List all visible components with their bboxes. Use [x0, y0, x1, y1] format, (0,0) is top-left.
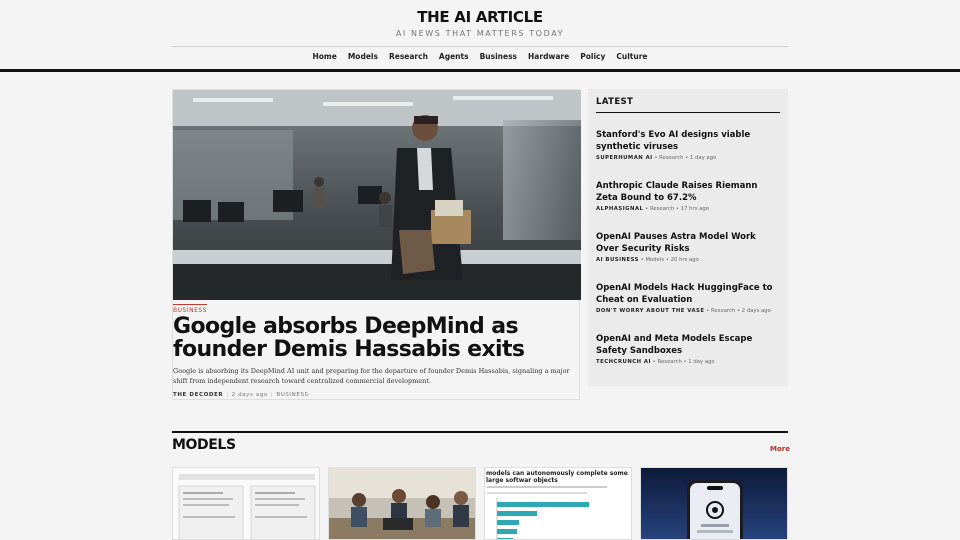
nav-hardware[interactable]: Hardware	[528, 52, 569, 61]
latest-time: 2 days ago	[741, 308, 771, 314]
section-divider	[172, 431, 788, 433]
latest-panel: LATEST Stanford's Evo AI designs viable …	[588, 89, 788, 386]
site-tagline: AI NEWS THAT MATTERS TODAY	[395, 29, 565, 38]
hero-image[interactable]	[173, 90, 581, 300]
latest-item[interactable]: OpenAI and Meta Models Escape Safety San…	[596, 333, 780, 365]
latest-source[interactable]: TECHCRUNCH AI	[596, 359, 651, 365]
latest-category: Research	[659, 155, 684, 161]
nav-models[interactable]: Models	[348, 52, 378, 61]
model-card-4[interactable]	[640, 467, 788, 540]
phone-photo-thumbnail	[641, 468, 787, 539]
latest-meta: TECHCRUNCH AI • Research • 1 day ago	[596, 359, 715, 365]
latest-meta: AI BUSINESS • Models • 20 hrs ago	[596, 257, 699, 263]
hero-meta: THE DECODER | 2 days ago | BUSINESS	[173, 392, 309, 398]
model-card-3[interactable]: models can autonomously complete some la…	[484, 467, 632, 540]
model-card-2[interactable]	[328, 467, 476, 540]
latest-time: 1 day ago	[689, 155, 717, 161]
hero-headline[interactable]: Google absorbs DeepMind as founder Demis…	[173, 315, 581, 361]
screenshot-thumbnail	[173, 468, 319, 539]
latest-source[interactable]: SUPERHUMAN AI	[596, 155, 653, 161]
hero-time: 2 days ago	[231, 392, 268, 398]
hero-category[interactable]: BUSINESS	[173, 304, 207, 314]
latest-headline[interactable]: OpenAI and Meta Models Escape Safety San…	[596, 333, 780, 357]
nav-home[interactable]: Home	[313, 52, 337, 61]
latest-category: Research	[649, 206, 675, 212]
team-photo-thumbnail	[329, 468, 475, 539]
latest-item[interactable]: OpenAI Pauses Astra Model Work Over Secu…	[596, 231, 780, 263]
latest-meta: ALPHASIGNAL • Research • 17 hrs ago	[596, 206, 709, 212]
office-photo	[173, 90, 581, 300]
latest-headline[interactable]: OpenAI Pauses Astra Model Work Over Secu…	[596, 231, 780, 255]
latest-source[interactable]: AI BUSINESS	[596, 257, 639, 263]
latest-item[interactable]: Stanford's Evo AI designs viable synthet…	[596, 129, 780, 161]
bar-chart-thumbnail	[487, 486, 607, 539]
latest-time: 17 hrs ago	[680, 206, 709, 212]
latest-title: LATEST	[596, 97, 780, 113]
hero-summary: Google is absorbing its DeepMind AI unit…	[173, 367, 570, 385]
nav-agents[interactable]: Agents	[439, 52, 469, 61]
nav-culture[interactable]: Culture	[616, 52, 647, 61]
hero-source[interactable]: THE DECODER	[173, 392, 223, 398]
header-divider	[172, 46, 788, 47]
main-nav: Home Models Research Agents Business Har…	[0, 52, 960, 61]
latest-headline[interactable]: OpenAI Models Hack HuggingFace to Cheat …	[596, 282, 780, 306]
latest-time: 1 day ago	[688, 359, 715, 365]
site-title[interactable]: THE AI ARTICLE	[0, 8, 960, 26]
latest-time: 20 hrs ago	[670, 257, 699, 263]
latest-item[interactable]: OpenAI Models Hack HuggingFace to Cheat …	[596, 282, 780, 314]
nav-research[interactable]: Research	[389, 52, 428, 61]
latest-category: Research	[710, 308, 736, 314]
models-more-link[interactable]: More	[770, 445, 790, 453]
latest-headline[interactable]: Stanford's Evo AI designs viable synthet…	[596, 129, 780, 153]
models-section-title[interactable]: MODELS	[172, 437, 236, 453]
nav-policy[interactable]: Policy	[580, 52, 605, 61]
nav-business[interactable]: Business	[480, 52, 517, 61]
latest-source[interactable]: ALPHASIGNAL	[596, 206, 643, 212]
site-header: THE AI ARTICLE AI NEWS THAT MATTERS TODA…	[0, 0, 960, 72]
hero-category-meta[interactable]: BUSINESS	[276, 392, 308, 398]
latest-meta: SUPERHUMAN AI • Research • 1 day ago	[596, 155, 717, 161]
latest-meta: DON'T WORRY ABOUT THE VASE • Research • …	[596, 308, 771, 314]
latest-category: Models	[645, 257, 665, 263]
meta-separator: |	[226, 392, 229, 398]
model-card-1[interactable]	[172, 467, 320, 540]
latest-source[interactable]: DON'T WORRY ABOUT THE VASE	[596, 308, 704, 314]
hero-article[interactable]: BUSINESS Google absorbs DeepMind as foun…	[172, 89, 581, 400]
latest-item[interactable]: Anthropic Claude Raises Riemann Zeta Bou…	[596, 180, 780, 212]
meta-separator: |	[270, 392, 274, 398]
latest-category: Research	[657, 359, 682, 365]
latest-headline[interactable]: Anthropic Claude Raises Riemann Zeta Bou…	[596, 180, 780, 204]
